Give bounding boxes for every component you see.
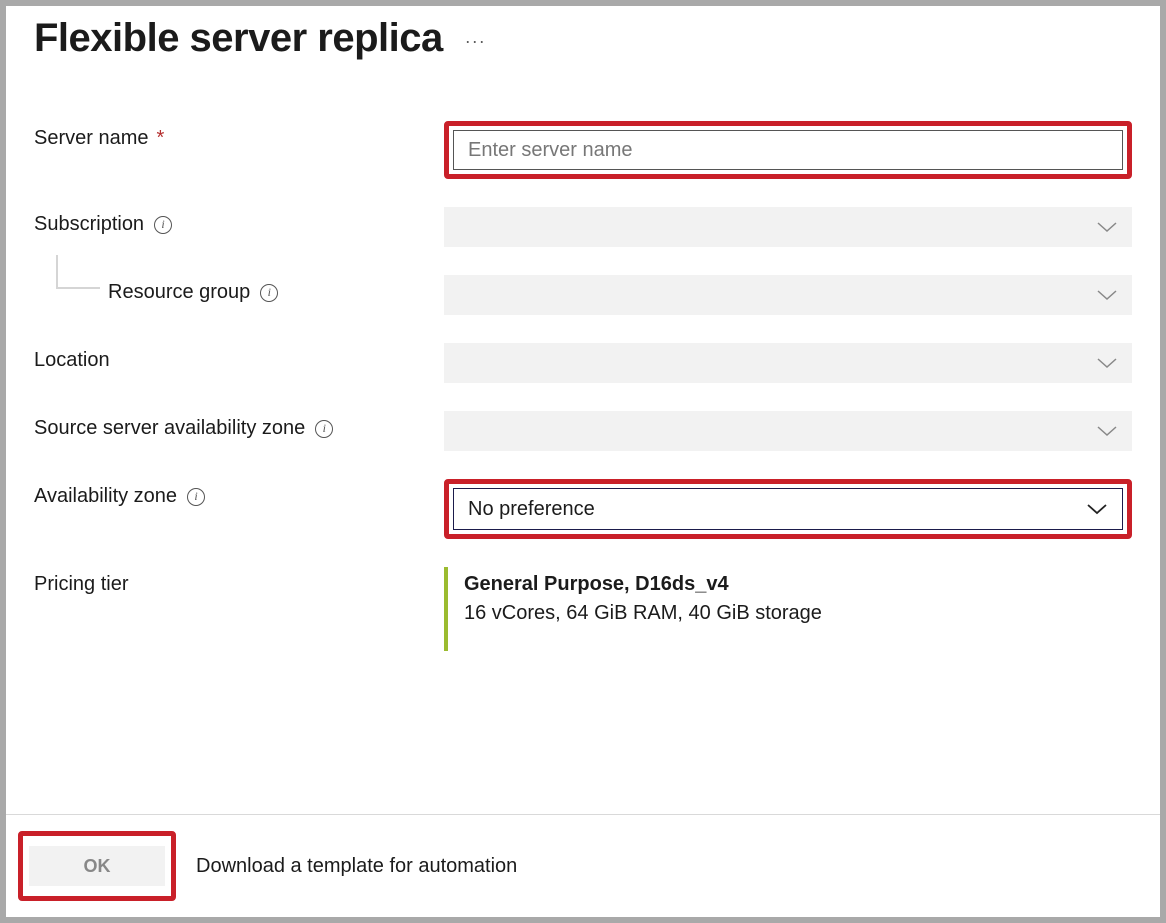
row-location: Location	[34, 343, 1132, 383]
server-name-label-text: Server name	[34, 127, 149, 150]
location-label-text: Location	[34, 349, 110, 372]
indent-line	[56, 255, 100, 289]
subscription-label-text: Subscription	[34, 213, 144, 236]
content-area: Flexible server replica ··· Server name …	[6, 6, 1160, 814]
control-source-az	[444, 411, 1132, 451]
control-location	[444, 343, 1132, 383]
row-resource-group: Resource group i	[34, 275, 1132, 315]
pricing-tier-box: General Purpose, D16ds_v4 16 vCores, 64 …	[444, 567, 1132, 651]
availability-zone-select[interactable]: No preference	[453, 488, 1123, 530]
source-az-label-text: Source server availability zone	[34, 417, 305, 440]
label-availability-zone: Availability zone i	[34, 479, 444, 508]
label-resource-group: Resource group i	[34, 275, 444, 304]
form-area: Server name * Subscription i	[34, 121, 1132, 651]
highlight-ok: OK	[18, 831, 176, 901]
pricing-tier-name: General Purpose, D16ds_v4	[464, 573, 1132, 596]
row-subscription: Subscription i	[34, 207, 1132, 247]
info-icon[interactable]: i	[260, 284, 278, 302]
chevron-down-icon	[1096, 355, 1118, 371]
label-subscription: Subscription i	[34, 207, 444, 236]
row-source-az: Source server availability zone i	[34, 411, 1132, 451]
info-icon[interactable]: i	[187, 488, 205, 506]
ok-button[interactable]: OK	[29, 846, 165, 886]
highlight-availability-zone: No preference	[444, 479, 1132, 539]
highlight-server-name	[444, 121, 1132, 179]
label-location: Location	[34, 343, 444, 372]
more-actions-icon[interactable]: ···	[465, 31, 486, 52]
pricing-tier-label-text: Pricing tier	[34, 573, 128, 596]
control-availability-zone: No preference	[444, 479, 1132, 539]
chevron-down-icon	[1096, 219, 1118, 235]
info-icon[interactable]: i	[315, 420, 333, 438]
control-pricing-tier: General Purpose, D16ds_v4 16 vCores, 64 …	[444, 567, 1132, 651]
server-name-input[interactable]	[453, 130, 1123, 170]
blade-panel: Flexible server replica ··· Server name …	[6, 6, 1160, 917]
subscription-select[interactable]	[444, 207, 1132, 247]
header-row: Flexible server replica ···	[34, 16, 1132, 61]
location-select[interactable]	[444, 343, 1132, 383]
row-pricing-tier: Pricing tier General Purpose, D16ds_v4 1…	[34, 567, 1132, 651]
source-az-select[interactable]	[444, 411, 1132, 451]
availability-zone-value: No preference	[468, 498, 595, 521]
control-subscription	[444, 207, 1132, 247]
resource-group-label-text: Resource group	[108, 281, 250, 304]
row-server-name: Server name *	[34, 121, 1132, 179]
control-resource-group	[444, 275, 1132, 315]
chevron-down-icon	[1096, 287, 1118, 303]
label-pricing-tier: Pricing tier	[34, 567, 444, 596]
label-server-name: Server name *	[34, 121, 444, 150]
resource-group-select[interactable]	[444, 275, 1132, 315]
chevron-down-icon	[1086, 501, 1108, 517]
page-title: Flexible server replica	[34, 16, 443, 61]
availability-zone-label-text: Availability zone	[34, 485, 177, 508]
info-icon[interactable]: i	[154, 216, 172, 234]
label-source-az: Source server availability zone i	[34, 411, 444, 440]
pricing-tier-details: 16 vCores, 64 GiB RAM, 40 GiB storage	[464, 602, 1132, 625]
chevron-down-icon	[1096, 423, 1118, 439]
row-availability-zone: Availability zone i No preference	[34, 479, 1132, 539]
download-template-link[interactable]: Download a template for automation	[196, 855, 517, 878]
control-server-name	[444, 121, 1132, 179]
required-asterisk: *	[157, 127, 165, 150]
footer-bar: OK Download a template for automation	[6, 814, 1160, 917]
